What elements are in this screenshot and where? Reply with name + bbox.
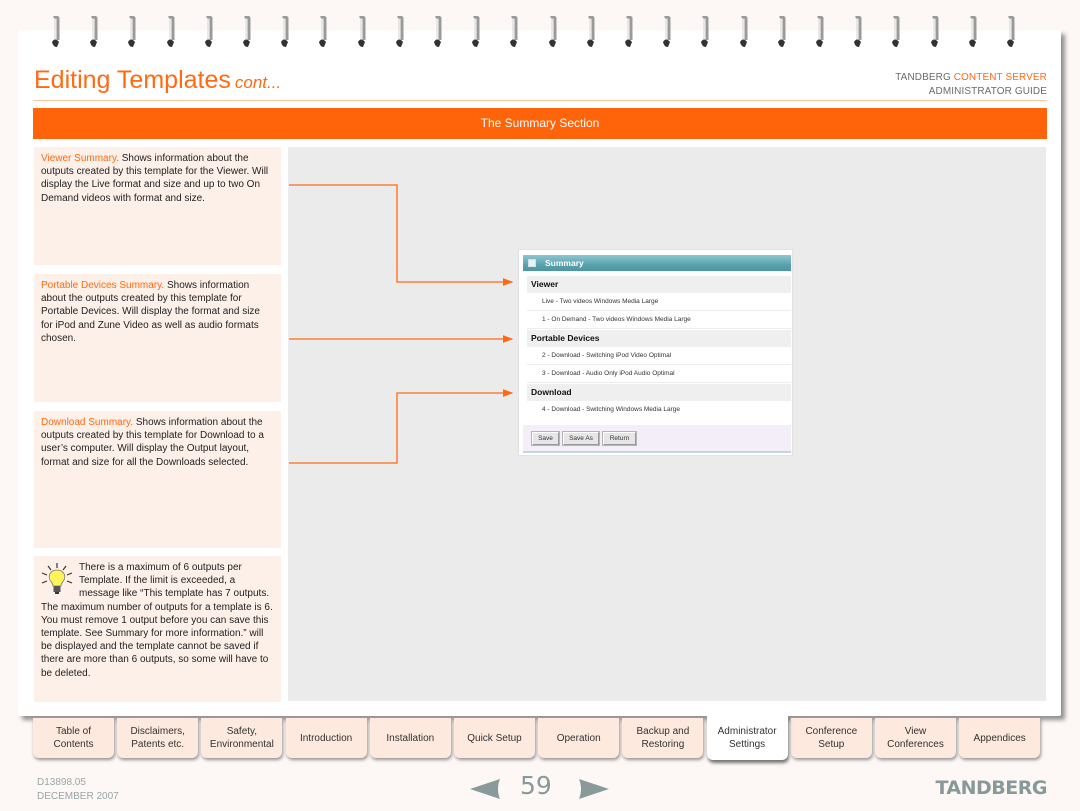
- nav-tab-operation[interactable]: Operation: [538, 718, 620, 758]
- summary-row: 4 - Download - Switching Windows Media L…: [527, 401, 791, 419]
- binder-rings: [50, 16, 1040, 50]
- binder-ring-icon: [128, 16, 136, 47]
- binder-ring-icon: [739, 16, 748, 47]
- document-date: DECEMBER 2007: [37, 791, 119, 802]
- summary-footer: Save Save As Return: [523, 425, 791, 453]
- binder-ring-icon: [395, 16, 404, 47]
- binder-ring-icon: [90, 16, 98, 47]
- note-lead: Viewer Summary.: [41, 153, 119, 164]
- brand-product: CONTENT SERVER: [953, 72, 1047, 83]
- summary-group-download: Download: [527, 384, 791, 401]
- binder-ring-icon: [1007, 16, 1015, 47]
- summary-header-label: Summary: [545, 258, 584, 268]
- binder-ring-icon: [816, 16, 824, 47]
- nav-tab-label: Quick Setup: [467, 732, 522, 744]
- page-number: 59: [520, 771, 552, 800]
- nav-tab-label: Table of Contents: [53, 726, 94, 750]
- binder-ring-icon: [777, 16, 786, 47]
- tip-text: There is a maximum of 6 outputs per Temp…: [41, 562, 273, 679]
- note-lead: Portable Devices Summary.: [41, 280, 165, 291]
- return-button[interactable]: Return: [603, 432, 636, 445]
- nav-tab-label: Conference Setup: [805, 726, 858, 750]
- document-id: D13898.05: [37, 777, 86, 788]
- title-divider: [33, 100, 1047, 101]
- chapter-nav-tabs: Table of Contents Disclaimers, Patents et…: [33, 715, 1053, 764]
- binder-ring-icon: [548, 16, 557, 47]
- summary-group-viewer: Viewer: [527, 276, 791, 293]
- binder-ring-icon: [472, 16, 480, 47]
- page-title: Editing Templates cont...: [34, 66, 281, 95]
- nav-tab-label: Installation: [386, 732, 435, 744]
- previous-page-icon[interactable]: [470, 779, 502, 799]
- binder-ring-icon: [434, 16, 442, 47]
- binder-ring-icon: [52, 16, 60, 47]
- summary-row: 3 - Download - Audio Only iPod Audio Opt…: [527, 365, 791, 383]
- tip-note: There is a maximum of 6 outputs per Temp…: [34, 556, 281, 702]
- section-title: The Summary Section: [33, 108, 1047, 139]
- binder-ring-icon: [625, 16, 633, 47]
- binder-ring-icon: [357, 16, 366, 47]
- nav-tab-introduction[interactable]: Introduction: [285, 718, 367, 758]
- document-info: D13898.05 DECEMBER 2007: [37, 776, 119, 804]
- page-navigator: 59: [470, 771, 610, 805]
- summary-header[interactable]: Summary: [523, 255, 791, 271]
- brand-header: TANDBERG CONTENT SERVER ADMINISTRATOR GU…: [895, 71, 1047, 99]
- summary-row: 1 - On Demand - Two videos Windows Media…: [527, 311, 791, 329]
- save-as-button[interactable]: Save As: [563, 432, 599, 445]
- save-button[interactable]: Save: [532, 432, 559, 445]
- binder-ring-icon: [892, 16, 900, 47]
- page-title-text: Editing Templates: [34, 66, 231, 94]
- summary-row: Live - Two videos Windows Media Large: [527, 293, 791, 311]
- brand-name: TANDBERG: [895, 72, 951, 83]
- summary-row: 2 - Download - Switching iPod Video Opti…: [527, 347, 791, 365]
- binder-ring-icon: [930, 16, 939, 47]
- nav-tab-administrator-settings[interactable]: Administrator Settings: [706, 715, 788, 760]
- nav-tab-label: Appendices: [973, 732, 1026, 744]
- lightbulb-icon: [41, 563, 73, 594]
- nav-tab-quick-setup[interactable]: Quick Setup: [454, 718, 535, 758]
- next-page-icon[interactable]: [577, 779, 609, 799]
- nav-tab-label: View Conferences: [887, 726, 944, 750]
- note-download-summary: Download Summary. Shows information abou…: [34, 411, 281, 548]
- nav-tab-label: Administrator Settings: [717, 725, 777, 750]
- note-viewer-summary: Viewer Summary. Shows information about …: [34, 147, 281, 265]
- binder-ring-icon: [319, 16, 327, 47]
- binder-ring-icon: [166, 16, 175, 47]
- nav-tab-installation[interactable]: Installation: [369, 718, 451, 758]
- brand-guide: ADMINISTRATOR GUIDE: [928, 86, 1047, 97]
- page-title-suffix: cont...: [234, 73, 282, 92]
- nav-tab-view-conferences[interactable]: View Conferences: [875, 718, 956, 758]
- nav-tab-label: Introduction: [299, 732, 353, 744]
- note-portable-devices-summary: Portable Devices Summary. Shows informat…: [34, 274, 281, 402]
- note-lead: Download Summary.: [41, 417, 134, 428]
- binder-ring-icon: [663, 16, 671, 47]
- nav-tab-appendices[interactable]: Appendices: [959, 718, 1041, 758]
- nav-tab-disclaimers-patents-etc[interactable]: Disclaimers, Patents etc.: [117, 718, 199, 758]
- summary-group-portable-devices: Portable Devices: [527, 330, 791, 347]
- binder-ring-icon: [586, 16, 595, 47]
- binder-ring-icon: [243, 16, 251, 47]
- nav-tab-label: Safety, Environmental: [209, 726, 274, 750]
- collapse-icon[interactable]: [528, 259, 536, 267]
- nav-tab-safety-environmental[interactable]: Safety, Environmental: [201, 718, 283, 758]
- binder-ring-icon: [968, 16, 977, 47]
- nav-tab-label: Disclaimers, Patents etc.: [130, 726, 185, 750]
- tandberg-logo: TANDBERG: [935, 777, 1047, 799]
- nav-tab-conference-setup[interactable]: Conference Setup: [790, 718, 872, 758]
- nav-tab-backup-and-restoring[interactable]: Backup and Restoring: [622, 718, 704, 758]
- binder-ring-icon: [854, 16, 862, 47]
- binder-ring-icon: [281, 16, 289, 47]
- nav-tab-table-of-contents[interactable]: Table of Contents: [33, 718, 114, 758]
- nav-tab-label: Backup and Restoring: [636, 726, 690, 750]
- binder-ring-icon: [701, 16, 709, 47]
- nav-tab-label: Operation: [556, 732, 601, 744]
- binder-ring-icon: [204, 16, 213, 47]
- binder-ring-icon: [510, 16, 518, 47]
- summary-panel: Summary Viewer Live - Two videos Windows…: [519, 250, 792, 455]
